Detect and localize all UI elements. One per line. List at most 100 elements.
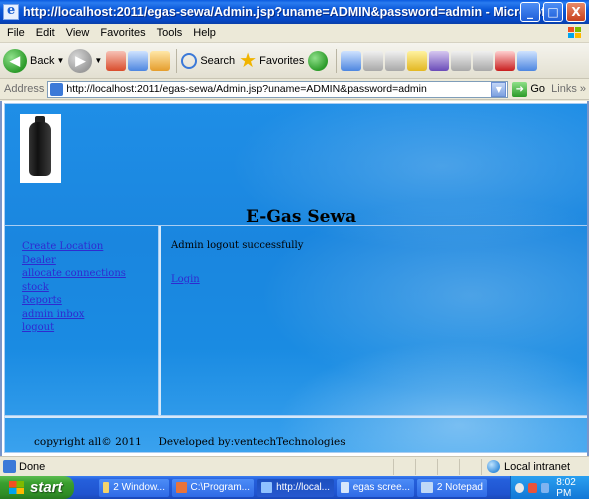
page-footer: copyright all© 2011 Developed by:ventech…: [4, 416, 588, 453]
close-button[interactable]: X: [566, 2, 586, 22]
menu-view[interactable]: View: [66, 27, 90, 39]
tray-network-icon[interactable]: [540, 482, 550, 493]
quick-launch: [74, 476, 96, 499]
nav-link-logout[interactable]: logout: [22, 321, 158, 335]
menu-bar: File Edit View Favorites Tools Help: [0, 24, 589, 43]
task-label: C:\Program...: [190, 482, 250, 493]
taskbar: start 2 Window... C:\Program... http://l…: [0, 476, 589, 499]
home-icon[interactable]: [150, 50, 171, 71]
print-icon[interactable]: [385, 50, 406, 71]
windows-logo-icon: [9, 481, 24, 494]
menu-favorites[interactable]: Favorites: [100, 27, 145, 39]
status-text: Done: [19, 460, 46, 473]
history-icon[interactable]: [341, 50, 362, 71]
menu-tools[interactable]: Tools: [157, 27, 183, 39]
nav-link-reports[interactable]: Reports: [22, 294, 158, 308]
nav-link-allocate-connections[interactable]: allocate connections: [22, 267, 158, 281]
internet-explorer-icon: [261, 482, 273, 493]
admin-nav: Create Location Dealer allocate connecti…: [4, 226, 159, 416]
menu-edit[interactable]: Edit: [36, 27, 55, 39]
menu-file[interactable]: File: [7, 27, 25, 39]
notepad-icon: [421, 482, 433, 493]
stop-icon[interactable]: [106, 50, 127, 71]
task-label: 2 Window...: [113, 482, 165, 493]
media-icon[interactable]: [308, 50, 329, 71]
status-cell: [415, 458, 437, 475]
menu-help[interactable]: Help: [193, 27, 216, 39]
standard-toolbar: ◀ Back ▼ ▶ ▼ Search ★ Favorites: [0, 43, 589, 79]
nav-link-admin-inbox[interactable]: admin inbox: [22, 308, 158, 322]
links-button[interactable]: Links »: [551, 83, 586, 95]
go-button[interactable]: ➜ Go: [512, 81, 545, 97]
refresh-icon[interactable]: [128, 50, 149, 71]
tray-app-icon[interactable]: [527, 482, 537, 493]
page-header: E-Gas Sewa: [4, 103, 588, 227]
ie-window: http://localhost:2011/egas-sewa/Admin.js…: [0, 0, 589, 499]
taskbar-button-browser[interactable]: http://local...: [257, 478, 334, 497]
page-icon: [50, 82, 64, 96]
favorites-label: Favorites: [259, 54, 305, 67]
taskbar-button-windows[interactable]: 2 Window...: [99, 478, 169, 497]
nav-link-stock[interactable]: stock: [22, 281, 158, 295]
clock: 8:02 PM: [556, 476, 576, 499]
security-zone[interactable]: Local intranet: [481, 458, 589, 475]
favorites-button[interactable]: ★ Favorites: [239, 51, 304, 71]
site-title: E-Gas Sewa: [246, 207, 357, 227]
browser-viewport: E-Gas Sewa Create Location Dealer alloca…: [0, 101, 589, 456]
forward-button[interactable]: ▶ ▼: [68, 48, 102, 73]
address-label: Address: [4, 83, 45, 95]
back-arrow-icon: ◀: [3, 48, 27, 73]
title-bar[interactable]: http://localhost:2011/egas-sewa/Admin.js…: [0, 0, 589, 24]
taskbar-button-program[interactable]: C:\Program...: [172, 478, 254, 497]
folder-icon[interactable]: [407, 50, 428, 71]
users-icon[interactable]: [517, 50, 538, 71]
k-icon[interactable]: [451, 50, 472, 71]
address-input[interactable]: http://localhost:2011/egas-sewa/Admin.js…: [47, 80, 509, 98]
tray-expand-icon[interactable]: [515, 482, 524, 493]
messenger-icon[interactable]: [429, 50, 450, 71]
address-dropdown-icon[interactable]: ▼: [491, 81, 507, 97]
status-bar: Done Local intranet: [0, 456, 589, 476]
search-icon: [181, 52, 198, 69]
status-cell: [437, 458, 459, 475]
status-cell: [459, 458, 481, 475]
folder-icon: [103, 482, 110, 493]
address-url[interactable]: http://localhost:2011/egas-sewa/Admin.js…: [66, 83, 491, 95]
start-button[interactable]: start: [0, 476, 74, 499]
status-cell: [393, 458, 415, 475]
zone-label: Local intranet: [504, 460, 571, 473]
taskbar-button-notepad[interactable]: 2 Notepad: [417, 478, 487, 497]
nav-link-create-location[interactable]: Create Location: [22, 240, 158, 254]
forward-arrow-icon: ▶: [68, 48, 93, 73]
windows-flag-icon: [568, 27, 581, 38]
address-bar: Address http://localhost:2011/egas-sewa/…: [0, 79, 589, 100]
mail-icon[interactable]: [363, 50, 384, 71]
favorites-star-icon: ★: [239, 49, 258, 72]
image-icon: [341, 482, 349, 493]
web-page: E-Gas Sewa Create Location Dealer alloca…: [4, 103, 588, 453]
forward-dropdown-icon[interactable]: ▼: [94, 56, 102, 65]
toolbar-separator: [176, 48, 178, 73]
start-label: start: [30, 479, 63, 496]
minimize-button[interactable]: _: [520, 2, 540, 22]
back-button[interactable]: ◀ Back ▼: [3, 48, 64, 73]
nav-link-dealer[interactable]: Dealer: [22, 254, 158, 268]
program-icon: [176, 482, 187, 493]
maximize-button[interactable]: □: [543, 2, 563, 22]
search-button[interactable]: Search: [181, 52, 236, 69]
system-tray: 8:02 PM: [510, 476, 589, 499]
tool-icon[interactable]: [473, 50, 494, 71]
bookmark-icon[interactable]: [495, 50, 516, 71]
status-page-icon: [3, 460, 16, 473]
back-label: Back: [30, 54, 55, 67]
back-dropdown-icon[interactable]: ▼: [56, 56, 64, 65]
task-label: 2 Notepad: [436, 482, 483, 493]
search-label: Search: [200, 54, 236, 67]
login-link[interactable]: Login: [171, 274, 200, 285]
taskbar-button-egas-screen[interactable]: egas scree...: [337, 478, 414, 497]
task-label: egas scree...: [352, 482, 410, 493]
local-intranet-icon: [487, 460, 500, 473]
go-arrow-icon: ➜: [512, 81, 528, 97]
cylinder-body: [29, 122, 51, 176]
internet-explorer-icon: [3, 3, 19, 20]
